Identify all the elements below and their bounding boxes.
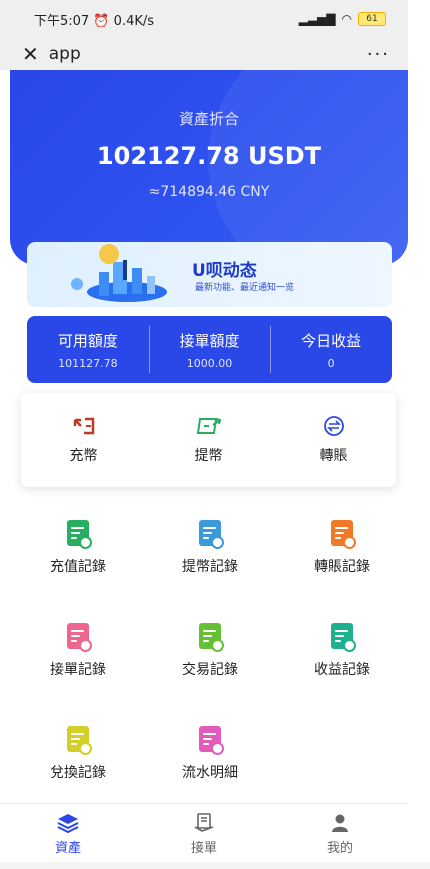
alarm-icon: ⏰ [93, 13, 114, 29]
income-record-icon [331, 623, 356, 652]
close-icon[interactable]: ✕ [22, 44, 39, 64]
stat-available: 可用額度 101127.78 [27, 316, 149, 383]
net-speed: 0.4K/s [113, 13, 155, 29]
transfer-record-button[interactable]: 轉賬記錄 [276, 515, 408, 618]
tab-profile[interactable]: 我的 [272, 804, 408, 862]
asset-cny: ≈714894.46 CNY [148, 184, 270, 200]
deposit-record-icon [67, 520, 92, 549]
withdraw-button[interactable]: 提幣 [146, 393, 271, 487]
cell-label: 提幣記錄 [182, 559, 238, 575]
signal-icon: ▂▃▅▇ [298, 12, 336, 26]
stat-label: 接單額度 [179, 332, 240, 350]
asset-total: 102127.78 USDT [96, 142, 322, 170]
deposit-button[interactable]: 充幣 [21, 393, 146, 487]
nav-title: app [48, 44, 81, 64]
cell-label: 兌換記錄 [50, 765, 106, 781]
cell-label: 轉賬記錄 [314, 559, 370, 575]
order-record-button[interactable]: 接單記錄 [12, 618, 144, 721]
stat-value: 1000.00 [186, 357, 233, 370]
battery-icon: 61 [358, 12, 386, 26]
transfer-record-icon [331, 520, 356, 549]
records-row: 充值記錄 提幣記錄 轉賬記錄 [12, 515, 408, 618]
trade-record-button[interactable]: 交易記錄 [144, 618, 276, 721]
transfer-icon [271, 415, 396, 437]
news-banner[interactable]: U呗动态 最新功能、最近通知一览 [27, 242, 392, 307]
bottom-edge [0, 862, 430, 869]
cell-label: 收益記錄 [314, 662, 370, 678]
income-record-button[interactable]: 收益記錄 [276, 618, 408, 721]
profile-icon [272, 811, 408, 835]
stat-label: 今日收益 [301, 332, 362, 350]
status-bar: 下午5:07 ⏰ 0.4K/s ▂▃▅▇ ◠ 61 [0, 0, 408, 38]
quick-label: 轉賬 [319, 448, 348, 464]
wifi-icon: ◠ [341, 12, 352, 26]
withdraw-record-button[interactable]: 提幣記錄 [144, 515, 276, 618]
stat-label: 可用額度 [57, 332, 118, 350]
quick-actions: 充幣 提幣 轉賬 [21, 393, 396, 487]
orders-icon [136, 811, 272, 835]
stat-today-income: 今日收益 0 [270, 316, 392, 383]
status-left: 下午5:07 ⏰ 0.4K/s [34, 10, 154, 29]
records-row: 接單記錄 交易記錄 收益記錄 [12, 618, 408, 721]
cell-label: 充值記錄 [50, 559, 106, 575]
flow-detail-icon [199, 726, 224, 755]
cell-label: 流水明細 [182, 765, 238, 781]
asset-summary: 資產折合 102127.78 USDT ≈714894.46 CNY [10, 70, 408, 265]
quota-stats: 可用額度 101127.78 接單額度 1000.00 今日收益 0 [27, 316, 392, 383]
stat-order-quota: 接單額度 1000.00 [148, 316, 271, 383]
cell-label: 交易記錄 [182, 662, 238, 678]
tab-label: 資產 [54, 841, 81, 856]
stat-value: 0 [327, 357, 335, 370]
nav-left: ✕ app [22, 44, 81, 64]
nav-bar: ✕ app ··· [0, 38, 408, 70]
cell-label: 接單記錄 [50, 662, 106, 678]
withdraw-icon [146, 415, 271, 437]
withdraw-record-icon [199, 520, 224, 549]
exchange-record-icon [67, 726, 92, 755]
tab-orders[interactable]: 接單 [136, 804, 272, 862]
records-grid: 充值記錄 提幣記錄 轉賬記錄 接單記錄 交易記錄 收益記錄 兌換記錄 流水明細 [12, 515, 408, 824]
banner-subtitle: 最新功能、最近通知一览 [195, 283, 295, 293]
order-record-icon [67, 623, 92, 652]
more-menu-icon[interactable]: ··· [367, 44, 390, 65]
transfer-button[interactable]: 轉賬 [271, 393, 396, 487]
tab-label: 我的 [326, 841, 353, 856]
banner-title: U呗动态 [192, 261, 257, 281]
status-right: ▂▃▅▇ ◠ 61 [299, 12, 386, 26]
deposit-icon [21, 415, 146, 437]
asset-label: 資產折合 [178, 110, 239, 128]
trade-record-icon [199, 623, 224, 652]
bottom-tab-bar: 資產 接單 我的 [0, 803, 408, 862]
assets-icon [0, 811, 136, 835]
deposit-record-button[interactable]: 充值記錄 [12, 515, 144, 618]
tab-assets[interactable]: 資產 [0, 804, 136, 862]
status-time: 下午5:07 [34, 13, 90, 29]
quick-label: 提幣 [194, 448, 223, 464]
tab-label: 接單 [190, 841, 217, 856]
quick-label: 充幣 [69, 448, 98, 464]
stat-value: 101127.78 [58, 357, 118, 370]
banner-illustration-icon [71, 244, 167, 302]
